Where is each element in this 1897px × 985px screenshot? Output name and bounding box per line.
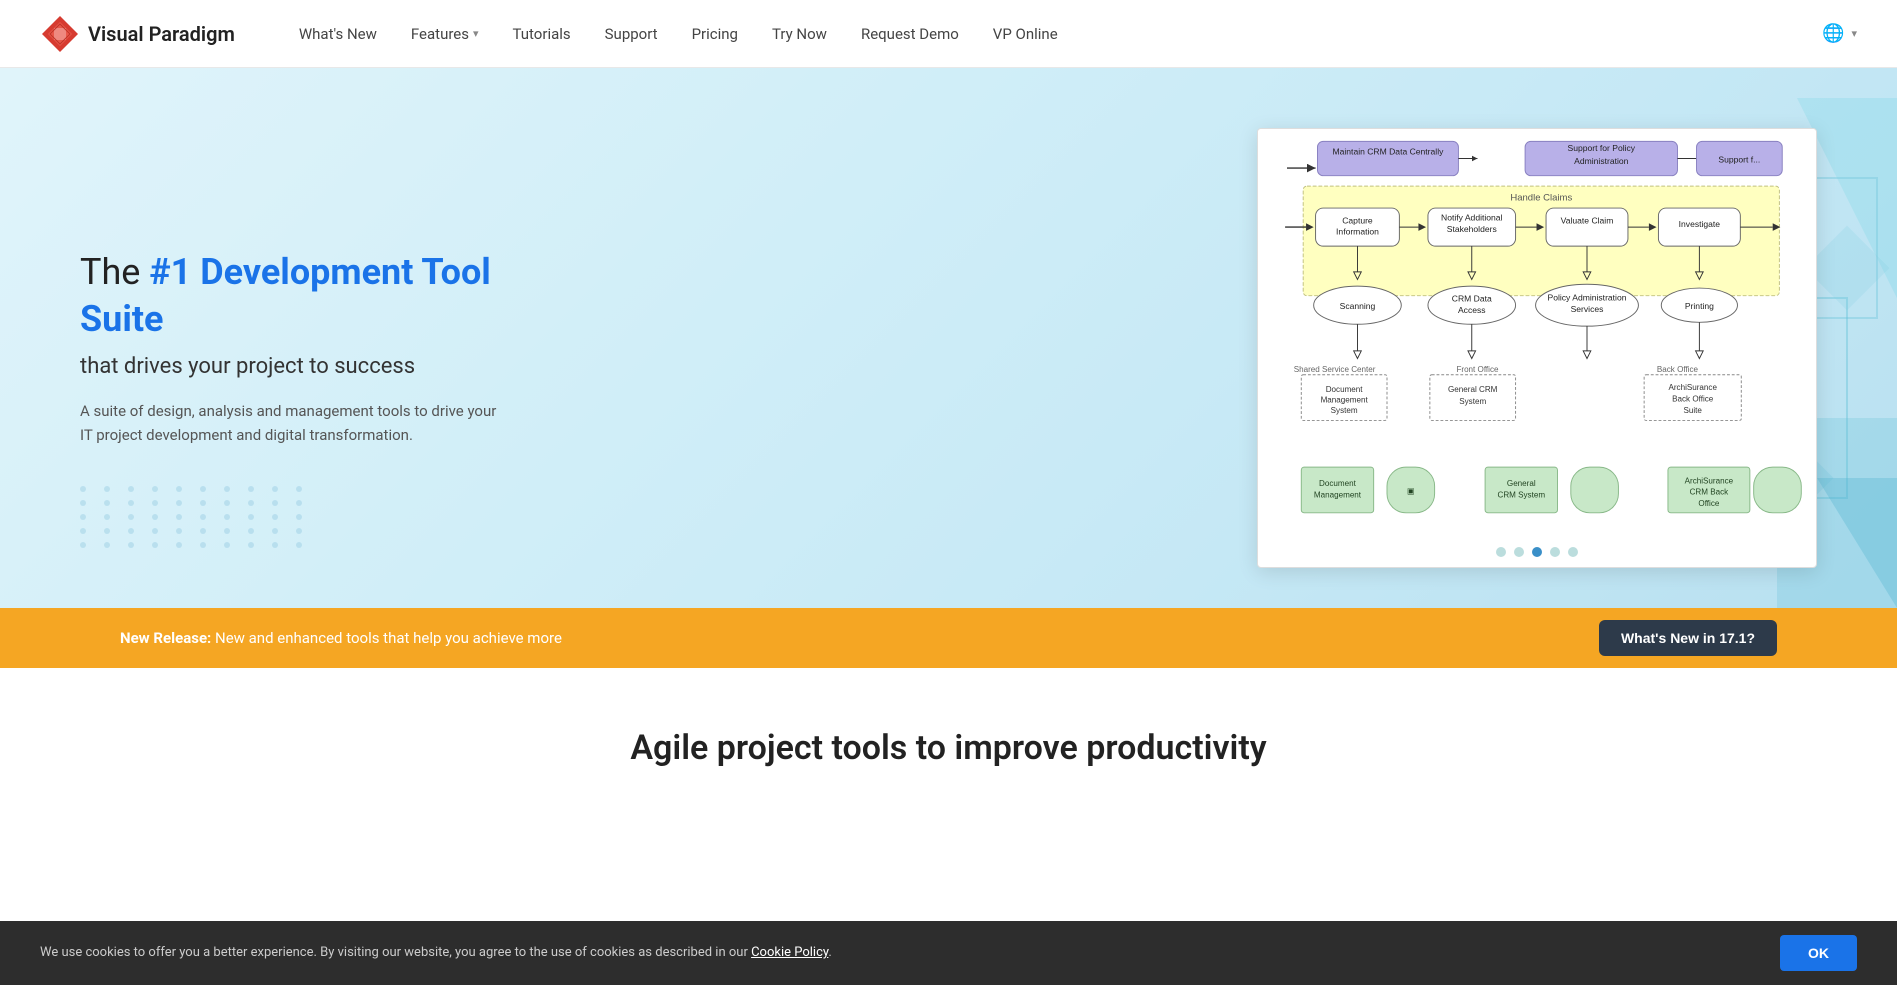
cookie-text: We use cookies to offer you a better exp… [40, 943, 1780, 963]
hero-description: A suite of design, analysis and manageme… [80, 399, 500, 447]
svg-text:Administration: Administration [1574, 156, 1628, 166]
svg-text:Investigate: Investigate [1679, 219, 1721, 229]
svg-text:Services: Services [1571, 304, 1604, 314]
svg-text:Back Office: Back Office [1672, 394, 1714, 403]
svg-text:Scanning: Scanning [1340, 301, 1376, 311]
svg-text:Office: Office [1698, 499, 1719, 508]
svg-text:Maintain CRM Data Centrally: Maintain CRM Data Centrally [1333, 147, 1445, 157]
svg-text:Management: Management [1321, 395, 1369, 404]
cookie-banner: We use cookies to offer you a better exp… [0, 921, 1897, 985]
hero-section: The #1 Development Tool Suite that drive… [0, 68, 1897, 608]
svg-text:Valuate Claim: Valuate Claim [1561, 215, 1614, 225]
svg-text:CRM Data: CRM Data [1452, 293, 1492, 303]
nav-whats-new[interactable]: What's New [285, 17, 391, 51]
svg-text:Shared Service Center: Shared Service Center [1294, 365, 1376, 374]
svg-text:Support f...: Support f... [1718, 154, 1760, 164]
banner-label-text: New and enhanced tools that help you ach… [211, 629, 562, 647]
hero-content: The #1 Development Tool Suite that drive… [80, 249, 540, 448]
svg-text:CRM Back: CRM Back [1690, 488, 1730, 497]
svg-text:General CRM: General CRM [1448, 385, 1498, 394]
svg-text:Suite: Suite [1684, 406, 1703, 415]
svg-text:CRM System: CRM System [1497, 491, 1545, 500]
carousel-dot-0[interactable] [1496, 547, 1506, 557]
nav-support[interactable]: Support [591, 17, 672, 51]
nav-features[interactable]: Features ▾ [397, 17, 493, 51]
nav-pricing[interactable]: Pricing [678, 17, 752, 51]
nav-request-demo[interactable]: Request Demo [847, 17, 973, 51]
svg-text:Document: Document [1319, 479, 1357, 488]
hero-subheading: that drives your project to success [80, 354, 540, 379]
svg-text:ArchiSurance: ArchiSurance [1668, 383, 1717, 392]
carousel-dot-4[interactable] [1568, 547, 1578, 557]
cookie-policy-link[interactable]: Cookie Policy [751, 945, 828, 960]
diagram-card: Maintain CRM Data Centrally Support for … [1257, 128, 1817, 568]
svg-text:Front Office: Front Office [1456, 365, 1499, 374]
svg-text:Information: Information [1336, 227, 1379, 237]
svg-text:▣: ▣ [1407, 487, 1415, 496]
banner-label-bold: New Release: [120, 629, 211, 647]
svg-text:ArchiSurance: ArchiSurance [1685, 476, 1734, 485]
svg-text:Back Office: Back Office [1657, 365, 1699, 374]
nav-links: What's New Features ▾ Tutorials Support … [285, 17, 1820, 51]
cookie-ok-button[interactable]: OK [1780, 935, 1857, 971]
nav-vp-online[interactable]: VP Online [979, 17, 1072, 51]
release-banner: New Release: New and enhanced tools that… [0, 608, 1897, 668]
carousel-dot-3[interactable] [1550, 547, 1560, 557]
carousel-dot-2[interactable] [1532, 547, 1542, 557]
svg-text:System: System [1331, 406, 1358, 415]
hero-heading: The #1 Development Tool Suite [80, 249, 540, 343]
svg-text:Notify Additional: Notify Additional [1441, 212, 1502, 222]
svg-text:Printing: Printing [1685, 301, 1714, 311]
svg-text:Support for Policy: Support for Policy [1567, 143, 1635, 153]
svg-text:Access: Access [1458, 305, 1486, 315]
svg-text:Stakeholders: Stakeholders [1447, 224, 1497, 234]
svg-text:Document: Document [1326, 385, 1364, 394]
lang-chevron-icon: ▾ [1851, 27, 1857, 40]
dot-grid-decoration [80, 486, 312, 548]
svg-text:System: System [1459, 397, 1486, 406]
whats-new-button[interactable]: What's New in 17.1? [1599, 620, 1777, 656]
productivity-section: Agile project tools to improve productiv… [0, 668, 1897, 798]
nav-tutorials[interactable]: Tutorials [499, 17, 585, 51]
svg-text:Capture: Capture [1342, 215, 1373, 225]
globe-icon[interactable]: 🌐 [1819, 20, 1847, 48]
svg-text:Policy Administration: Policy Administration [1548, 292, 1627, 302]
logo-icon [40, 14, 80, 54]
banner-text: New Release: New and enhanced tools that… [120, 629, 562, 647]
logo-text: Visual Paradigm [88, 22, 235, 46]
chevron-down-icon: ▾ [473, 27, 479, 40]
productivity-heading: Agile project tools to improve productiv… [80, 728, 1817, 768]
svg-text:Management: Management [1314, 491, 1362, 500]
nav-try-now[interactable]: Try Now [758, 17, 841, 51]
svg-text:General: General [1507, 479, 1536, 488]
svg-text:Handle Claims: Handle Claims [1510, 192, 1572, 203]
nav-logo[interactable]: Visual Paradigm [40, 14, 235, 54]
hero-diagram: Maintain CRM Data Centrally Support for … [540, 128, 1817, 568]
nav-right: 🌐 ▾ [1819, 20, 1857, 48]
uml-svg: Maintain CRM Data Centrally Support for … [1258, 129, 1816, 529]
carousel-dots [1258, 533, 1816, 567]
carousel-dot-1[interactable] [1514, 547, 1524, 557]
navbar: Visual Paradigm What's New Features ▾ Tu… [0, 0, 1897, 68]
